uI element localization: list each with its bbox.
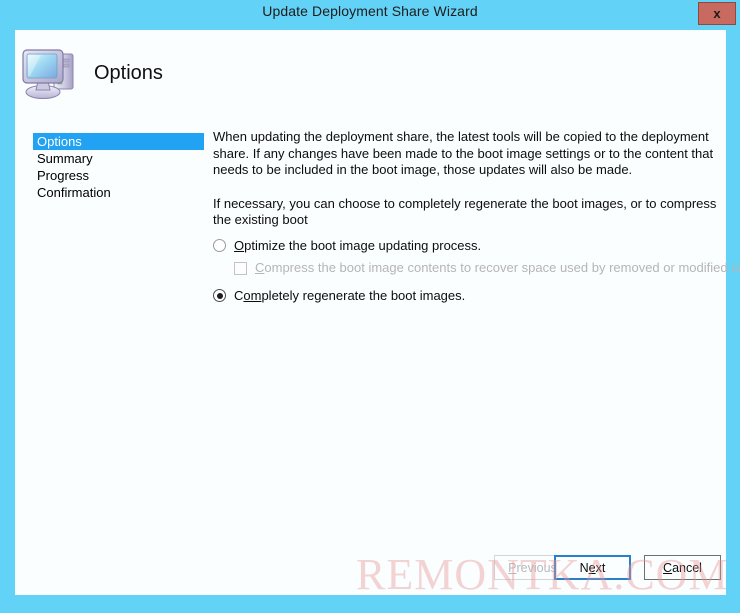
regenerate-label: Completely regenerate the boot images. <box>234 287 465 304</box>
regenerate-label-pre: C <box>234 288 244 303</box>
computer-icon <box>21 45 83 103</box>
cancel-button-label: Cancel <box>663 560 702 575</box>
cancel-button[interactable]: Cancel <box>644 555 721 580</box>
optimize-label: Optimize the boot image updating process… <box>234 237 481 254</box>
compress-label: Compress the boot image contents to reco… <box>255 259 740 276</box>
header-band: Options <box>15 30 726 118</box>
sidebar-item-options[interactable]: Options <box>33 133 204 150</box>
description-area: When updating the deployment share, the … <box>213 129 718 229</box>
previous-button-label: Previous <box>508 560 557 575</box>
close-icon: x <box>713 6 721 21</box>
sidebar-item-progress[interactable]: Progress <box>33 167 210 184</box>
window-title: Update Deployment Share Wizard <box>262 3 478 19</box>
regenerate-option-row[interactable]: Completely regenerate the boot images. <box>213 287 718 309</box>
sidebar-item-summary[interactable]: Summary <box>33 150 210 167</box>
compress-option-row: Compress the boot image contents to reco… <box>213 259 740 285</box>
optimize-accelerator: O <box>234 238 245 253</box>
wizard-steps-nav: Options Summary Progress Confirmation <box>33 133 210 201</box>
next-button-label: Next <box>579 560 606 575</box>
regenerate-radio[interactable] <box>213 289 226 302</box>
optimize-radio[interactable] <box>213 239 226 252</box>
options-group: Optimize the boot image updating process… <box>213 237 740 309</box>
optimize-label-rest: ptimize the boot image updating process. <box>244 238 482 253</box>
client-area: Options Options Summary Progress Confirm… <box>15 30 740 595</box>
description-paragraph-1: When updating the deployment share, the … <box>213 129 714 177</box>
compress-label-rest: ompress the boot image contents to recov… <box>264 260 740 275</box>
page-title: Options <box>94 62 163 84</box>
regenerate-label-rest: pletely regenerate the boot images. <box>261 288 466 303</box>
wizard-window: Update Deployment Share Wizard x Options… <box>0 0 740 613</box>
sidebar-item-confirmation[interactable]: Confirmation <box>33 184 210 201</box>
description-paragraph-2: If necessary, you can choose to complete… <box>213 195 717 228</box>
compress-accelerator: C <box>255 260 265 275</box>
close-button[interactable]: x <box>698 2 736 25</box>
optimize-option-row[interactable]: Optimize the boot image updating process… <box>213 237 718 259</box>
compress-checkbox <box>234 262 247 275</box>
title-bar: Update Deployment Share Wizard x <box>0 0 740 27</box>
next-button[interactable]: Next <box>554 555 631 580</box>
regenerate-accelerator: om <box>243 288 262 303</box>
button-bar: Previous Next Cancel <box>15 555 726 595</box>
